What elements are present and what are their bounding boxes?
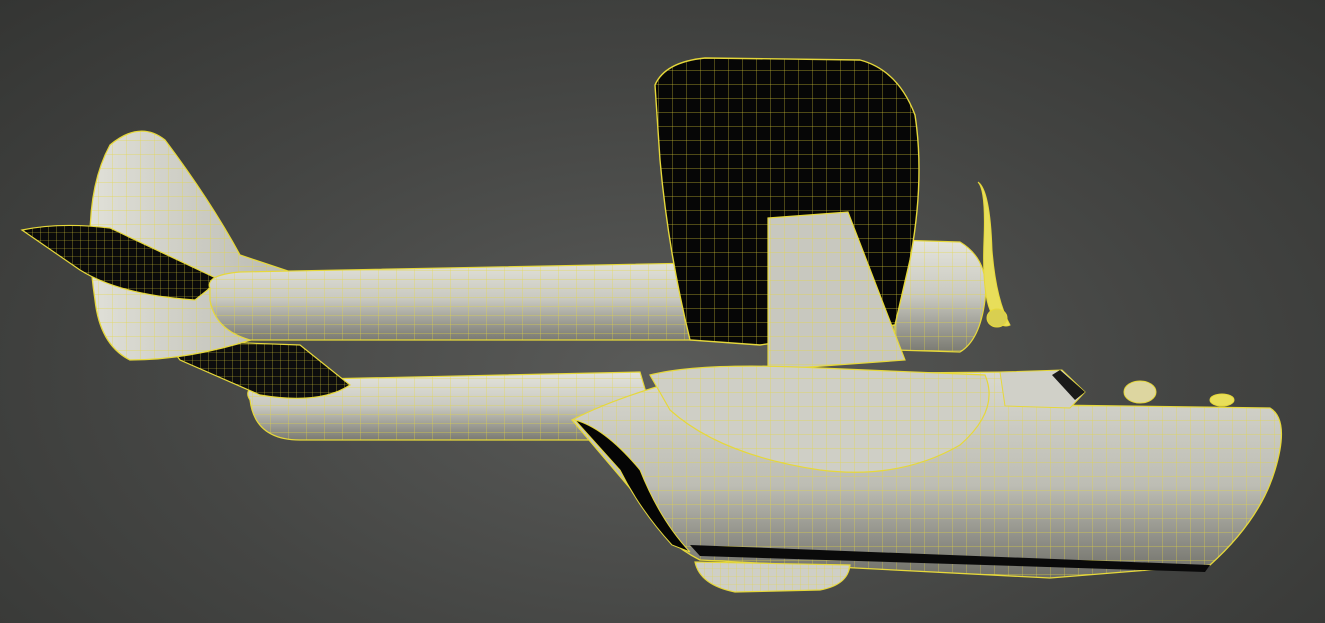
exhaust-stub [1123,380,1157,404]
float-pontoon[interactable] [694,561,851,593]
cockpit-canopy[interactable] [999,369,1235,409]
seaplane-model [20,57,1283,593]
viewport-3d[interactable] [0,0,1325,623]
light-marker [1209,393,1235,407]
